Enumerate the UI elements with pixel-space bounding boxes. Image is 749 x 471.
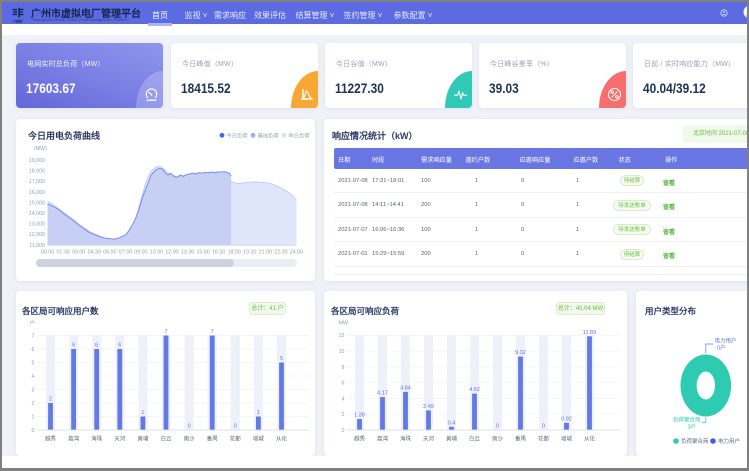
svg-text:0: 0 xyxy=(233,424,236,430)
svg-text:0: 0 xyxy=(187,424,190,430)
svg-text:花都: 花都 xyxy=(538,435,550,443)
svg-text:南沙: 南沙 xyxy=(183,435,195,443)
svg-text:12: 12 xyxy=(339,333,345,339)
svg-text:18,000: 18,000 xyxy=(28,168,44,174)
svg-text:2: 2 xyxy=(31,401,34,407)
svg-text:番禺: 番禺 xyxy=(515,436,526,443)
svg-text:01:30: 01:30 xyxy=(56,249,69,255)
svg-text:7: 7 xyxy=(31,333,34,339)
svg-text:4: 4 xyxy=(342,396,345,402)
svg-text:0.4: 0.4 xyxy=(448,420,456,426)
svg-text:从化: 从化 xyxy=(275,435,287,443)
svg-text:越秀: 越秀 xyxy=(354,435,366,443)
svg-text:天河: 天河 xyxy=(423,435,435,443)
svg-text:13,000: 13,000 xyxy=(28,221,44,227)
svg-text:番禺: 番禺 xyxy=(206,436,217,443)
svg-text:5: 5 xyxy=(279,356,282,362)
svg-text:3户: 3户 xyxy=(687,423,696,431)
svg-text:0: 0 xyxy=(496,424,499,430)
svg-text:4: 4 xyxy=(31,374,34,380)
svg-text:19:30: 19:30 xyxy=(243,249,256,255)
svg-text:5: 5 xyxy=(31,360,34,366)
svg-text:花都: 花都 xyxy=(229,435,241,443)
svg-text:15:00: 15:00 xyxy=(196,249,209,255)
svg-text:昨日负荷: 昨日负荷 xyxy=(288,131,310,139)
svg-text:从化: 从化 xyxy=(584,435,596,443)
svg-text:14,000: 14,000 xyxy=(28,211,44,217)
svg-text:增城: 增城 xyxy=(561,435,573,443)
svg-text:户: 户 xyxy=(29,319,34,327)
svg-text:07:30: 07:30 xyxy=(118,249,131,255)
svg-text:19,000: 19,000 xyxy=(28,158,44,164)
svg-text:8: 8 xyxy=(342,365,345,371)
svg-text:负荷聚合商: 负荷聚合商 xyxy=(681,437,709,445)
svg-text:16,000: 16,000 xyxy=(28,189,44,195)
svg-text:09:00: 09:00 xyxy=(134,249,147,255)
svg-text:7: 7 xyxy=(164,329,167,335)
svg-text:6: 6 xyxy=(95,343,98,349)
svg-text:11.89: 11.89 xyxy=(583,330,596,336)
svg-text:负荷聚合商: 负荷聚合商 xyxy=(672,416,700,424)
svg-text:MW: MW xyxy=(339,321,348,327)
svg-text:增城: 增城 xyxy=(252,435,264,443)
svg-text:21:00: 21:00 xyxy=(258,249,271,255)
svg-text:2: 2 xyxy=(48,397,51,403)
svg-text:4.84: 4.84 xyxy=(400,385,411,391)
svg-text:1: 1 xyxy=(256,410,259,416)
svg-text:00:00: 00:00 xyxy=(40,249,53,255)
svg-text:海珠: 海珠 xyxy=(400,435,412,443)
svg-text:1: 1 xyxy=(31,414,34,420)
svg-text:广州虚拟电厂: 广州虚拟电厂 xyxy=(13,18,25,23)
svg-text:天河: 天河 xyxy=(114,435,126,443)
svg-text:1: 1 xyxy=(141,410,144,416)
svg-text:基线负荷: 基线负荷 xyxy=(257,131,279,139)
svg-text:4.17: 4.17 xyxy=(377,391,388,397)
svg-text:白云: 白云 xyxy=(469,435,481,443)
svg-text:(MW): (MW) xyxy=(34,146,47,152)
svg-text:0: 0 xyxy=(542,424,545,430)
svg-text:3: 3 xyxy=(31,387,34,393)
svg-text:南沙: 南沙 xyxy=(492,435,504,443)
svg-text:白云: 白云 xyxy=(160,435,172,443)
svg-text:越秀: 越秀 xyxy=(44,435,56,443)
svg-text:17,000: 17,000 xyxy=(28,179,44,185)
svg-text:11,000: 11,000 xyxy=(29,242,45,248)
svg-text:06:00: 06:00 xyxy=(103,249,116,255)
svg-text:黄埔: 黄埔 xyxy=(446,435,458,443)
svg-text:18:00: 18:00 xyxy=(227,249,240,255)
svg-text:7: 7 xyxy=(210,329,213,335)
svg-text:2.49: 2.49 xyxy=(423,404,434,410)
svg-text:6: 6 xyxy=(31,347,34,353)
svg-text:0户: 0户 xyxy=(717,344,726,352)
svg-text:电力用户: 电力用户 xyxy=(718,437,740,445)
svg-text:12,000: 12,000 xyxy=(28,232,44,238)
svg-text:10: 10 xyxy=(339,349,345,355)
svg-text:12:00: 12:00 xyxy=(165,249,178,255)
svg-text:6: 6 xyxy=(72,343,75,349)
svg-text:荔湾: 荔湾 xyxy=(68,435,80,443)
svg-text:今日负荷: 今日负荷 xyxy=(226,131,248,139)
svg-text:4.62: 4.62 xyxy=(469,387,480,393)
svg-text:0.92: 0.92 xyxy=(561,416,572,422)
svg-text:6: 6 xyxy=(118,343,121,349)
svg-text:04:30: 04:30 xyxy=(87,249,100,255)
svg-text:13:30: 13:30 xyxy=(180,249,193,255)
svg-text:1.39: 1.39 xyxy=(354,413,365,419)
svg-text:黄埔: 黄埔 xyxy=(137,435,149,443)
svg-text:6: 6 xyxy=(342,381,345,387)
svg-text:2: 2 xyxy=(342,412,345,418)
svg-text:电力用户: 电力用户 xyxy=(714,337,736,345)
svg-text:海珠: 海珠 xyxy=(91,435,103,443)
svg-text:荔湾: 荔湾 xyxy=(377,435,389,443)
svg-text:15,000: 15,000 xyxy=(28,200,44,206)
svg-text:03:00: 03:00 xyxy=(71,249,84,255)
svg-text:22:30: 22:30 xyxy=(274,249,287,255)
svg-text:9.32: 9.32 xyxy=(515,350,526,356)
svg-text:0: 0 xyxy=(342,428,345,434)
svg-text:24:00: 24:00 xyxy=(289,249,302,255)
svg-text:10:30: 10:30 xyxy=(149,249,162,255)
svg-text:0: 0 xyxy=(31,428,34,434)
svg-text:16:30: 16:30 xyxy=(212,249,225,255)
